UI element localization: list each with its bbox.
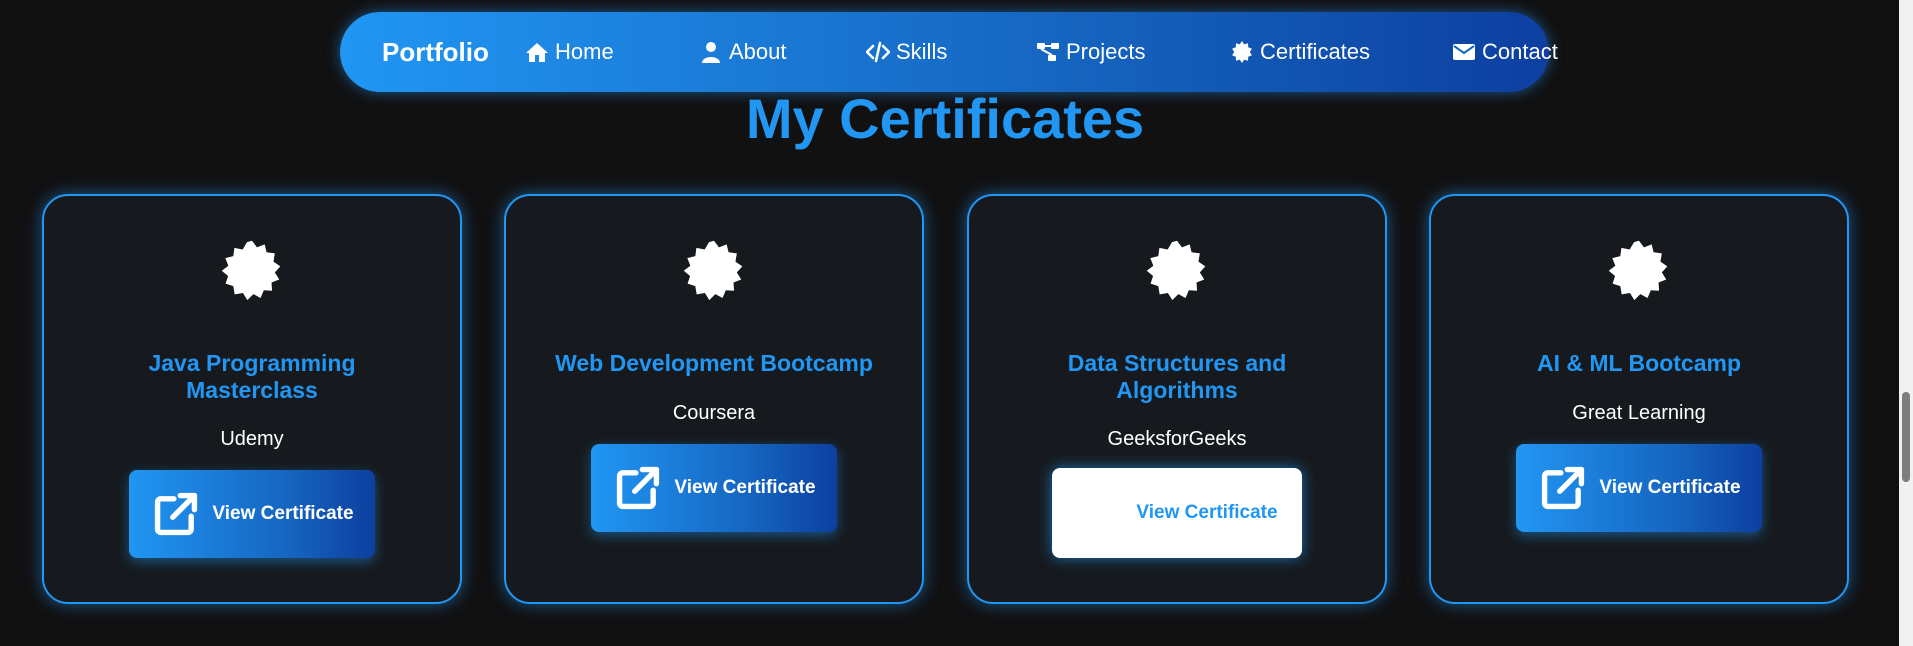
certificate-icon [1608,240,1668,301]
view-certificate-button[interactable]: View Certificate [1052,468,1302,558]
nav-item-label: Skills [896,39,948,64]
certificate-issuer: Great Learning [1572,402,1706,424]
button-label: View Certificate [674,477,816,498]
nav-item-label: Contact [1482,39,1558,64]
certificate-title: Data Structures and Algorithms [1067,350,1287,403]
page-title: My Certificates [745,87,1145,150]
certificate-icon [1146,240,1206,301]
certificate-card: Web Development Bootcamp Coursera View C… [504,194,924,604]
certificate-issuer: Coursera [672,402,756,424]
nav-item-home[interactable]: Home [525,12,614,92]
nav-item-certificates[interactable]: Certificates [1230,12,1370,92]
scrollbar-thumb[interactable] [1902,392,1910,482]
button-label: View Certificate [1599,477,1741,498]
home-icon [526,43,548,62]
certificate-card: Data Structures and Algorithms GeeksforG… [967,194,1387,604]
user-icon [702,42,720,63]
certificate-card: Java Programming Masterclass Udemy View … [42,194,462,604]
nav-item-label: Projects [1066,39,1146,64]
nav-item-about[interactable]: About [699,12,787,92]
certificate-title: Java Programming Masterclass [148,350,356,403]
view-certificate-button[interactable]: View Certificate [591,444,837,532]
certificate-icon [221,240,281,301]
sitemap-icon [1037,43,1059,61]
view-certificate-button[interactable]: View Certificate [1516,444,1762,532]
certificate-icon [1232,41,1252,63]
button-label: View Certificate [212,503,354,524]
navbar: Portfolio Home About Skills Projects Cer… [340,12,1558,92]
external-link-icon [1542,466,1585,510]
view-certificate-button[interactable]: View Certificate [129,470,375,558]
nav-item-projects[interactable]: Projects [1036,12,1145,92]
nav-item-label: About [729,39,787,64]
certificate-issuer: GeeksforGeeks [1107,428,1247,450]
brand-logo[interactable]: Portfolio [382,12,489,92]
envelope-icon [1453,44,1475,60]
button-label: View Certificate [1136,502,1278,523]
nav-item-skills[interactable]: Skills [866,12,947,92]
certificate-issuer: Udemy [220,428,284,450]
certificate-card: AI & ML Bootcamp Great Learning View Cer… [1429,194,1849,604]
code-icon [866,41,890,63]
certificate-title: AI & ML Bootcamp [1536,350,1742,376]
certificate-icon [683,240,743,301]
scrollbar[interactable] [1899,0,1913,646]
external-link-icon [617,466,660,510]
certificate-title: Web Development Bootcamp [555,350,873,376]
nav-item-label: Home [555,39,614,64]
nav-item-label: Certificates [1260,39,1371,64]
nav-item-contact[interactable]: Contact [1452,12,1558,92]
external-link-icon [155,492,198,536]
